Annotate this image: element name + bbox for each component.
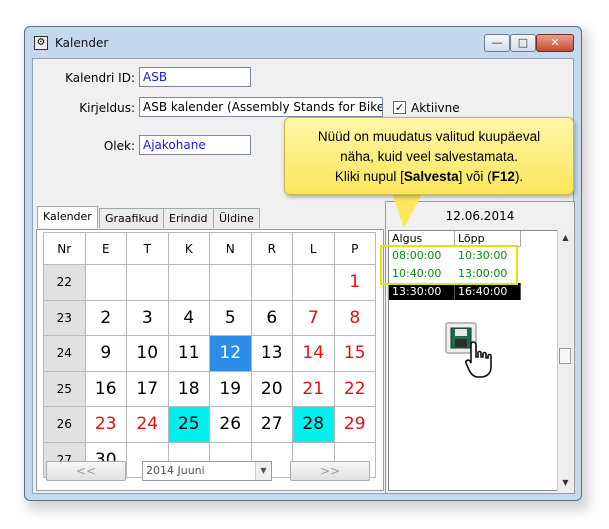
day-cell-24[interactable]: 24 — [126, 406, 169, 443]
minimize-button[interactable]: — — [484, 34, 510, 52]
week-number-cell: 22 — [43, 264, 86, 301]
month-select[interactable]: 2014 Juuni ▼ — [142, 461, 272, 481]
empty-day-cell — [250, 264, 293, 301]
day-cell-29[interactable]: 29 — [333, 406, 376, 443]
day-cell-12[interactable]: 12 — [209, 335, 252, 372]
calendar-header-cell: P — [333, 232, 376, 265]
schedule-start-cell[interactable]: 13:30:00 — [389, 283, 455, 300]
app-icon: ⚙ — [34, 36, 48, 50]
scroll-thumb[interactable] — [559, 348, 571, 364]
close-button[interactable]: ✕ — [536, 34, 574, 52]
calendar-header-cell: E — [84, 232, 127, 265]
callout-line3: Kliki nupul [Salvesta] või (F12). — [285, 167, 573, 187]
day-cell-3[interactable]: 3 — [126, 299, 169, 336]
day-cell-7[interactable]: 7 — [292, 299, 335, 336]
callout-line1: Nüüd on muudatus valitud kuupäeval — [317, 129, 541, 144]
instruction-callout: Nüüd on muudatus valitud kuupäeval näha,… — [284, 117, 574, 195]
day-cell-2[interactable]: 2 — [84, 299, 127, 336]
tab-uldine[interactable]: Üldine — [213, 208, 260, 228]
calendar-id-label: Kalendri ID: — [65, 71, 135, 85]
empty-day-cell — [84, 264, 127, 301]
hand-cursor-icon — [465, 341, 492, 378]
callout-text: ). — [514, 169, 524, 184]
calendar-header-cell: N — [209, 232, 252, 265]
empty-day-cell — [209, 264, 252, 301]
week-number-cell: 25 — [43, 370, 86, 407]
callout-f12-key: F12 — [491, 169, 515, 184]
day-cell-9[interactable]: 9 — [84, 335, 127, 372]
prev-month-button[interactable]: << — [46, 461, 126, 481]
state-label: Olek: — [103, 139, 135, 153]
day-cell-5[interactable]: 5 — [209, 299, 252, 336]
scroll-down-icon[interactable]: ▼ — [558, 475, 573, 491]
calendar-header-cell: L — [292, 232, 335, 265]
month-select-value: 2014 Juuni — [146, 464, 205, 477]
calendar-header-cell: K — [167, 232, 210, 265]
day-cell-16[interactable]: 16 — [84, 370, 127, 407]
title-bar[interactable]: ⚙ Kalender — □ ✕ — [25, 27, 581, 59]
empty-day-cell — [292, 264, 335, 301]
active-label: Aktiivne — [411, 101, 460, 115]
callout-tail — [392, 194, 422, 228]
calendar-header-cell: T — [126, 232, 169, 265]
day-cell-19[interactable]: 19 — [209, 370, 252, 407]
callout-line2: näha, kuid veel salvestamata. — [340, 149, 518, 164]
empty-day-cell — [167, 264, 210, 301]
day-cell-13[interactable]: 13 — [250, 335, 293, 372]
schedule-end-cell[interactable]: 16:40:00 — [455, 283, 521, 300]
day-cell-20[interactable]: 20 — [250, 370, 293, 407]
empty-day-cell — [126, 264, 169, 301]
tab-graafikud[interactable]: Graafikud — [99, 208, 165, 228]
active-checkbox[interactable]: ✓ — [393, 101, 406, 114]
highlight-box — [380, 245, 518, 285]
day-cell-17[interactable]: 17 — [126, 370, 169, 407]
calendar-header-cell: R — [250, 232, 293, 265]
scroll-up-icon[interactable]: ▲ — [558, 230, 573, 246]
day-cell-15[interactable]: 15 — [333, 335, 376, 372]
window-title: Kalender — [55, 36, 109, 50]
day-cell-10[interactable]: 10 — [126, 335, 169, 372]
week-number-cell: 26 — [43, 406, 86, 443]
next-month-button[interactable]: >> — [290, 461, 370, 481]
week-number-cell: 24 — [43, 335, 86, 372]
maximize-button[interactable]: □ — [510, 34, 536, 52]
callout-text: Kliki nupul [ — [334, 169, 404, 184]
calendar-header-cell: Nr — [43, 232, 86, 265]
callout-text: ] või ( — [458, 169, 492, 184]
day-cell-22[interactable]: 22 — [333, 370, 376, 407]
day-cell-21[interactable]: 21 — [292, 370, 335, 407]
day-cell-23[interactable]: 23 — [84, 406, 127, 443]
week-number-cell: 23 — [43, 299, 86, 336]
day-cell-18[interactable]: 18 — [167, 370, 210, 407]
description-field[interactable]: ASB kalender (Assembly Stands for Bikes) — [139, 97, 383, 117]
day-cell-4[interactable]: 4 — [167, 299, 210, 336]
day-cell-25[interactable]: 25 — [167, 406, 210, 443]
description-label: Kirjeldus: — [79, 101, 135, 115]
day-cell-8[interactable]: 8 — [333, 299, 376, 336]
schedule-scrollbar[interactable]: ▲ ▼ — [557, 230, 573, 491]
day-cell-1[interactable]: 1 — [333, 264, 376, 301]
calendar-id-field[interactable]: ASB — [139, 67, 251, 87]
day-cell-28[interactable]: 28 — [292, 406, 335, 443]
day-cell-6[interactable]: 6 — [250, 299, 293, 336]
day-cell-11[interactable]: 11 — [167, 335, 210, 372]
tab-kalender[interactable]: Kalender — [37, 206, 98, 228]
day-cell-26[interactable]: 26 — [209, 406, 252, 443]
dropdown-arrow-icon[interactable]: ▼ — [255, 462, 271, 480]
state-field[interactable]: Ajakohane — [139, 135, 251, 155]
tab-erindid[interactable]: Erindid — [163, 208, 214, 228]
day-cell-27[interactable]: 27 — [250, 406, 293, 443]
day-cell-14[interactable]: 14 — [292, 335, 335, 372]
callout-save-word: Salvesta — [403, 169, 459, 184]
